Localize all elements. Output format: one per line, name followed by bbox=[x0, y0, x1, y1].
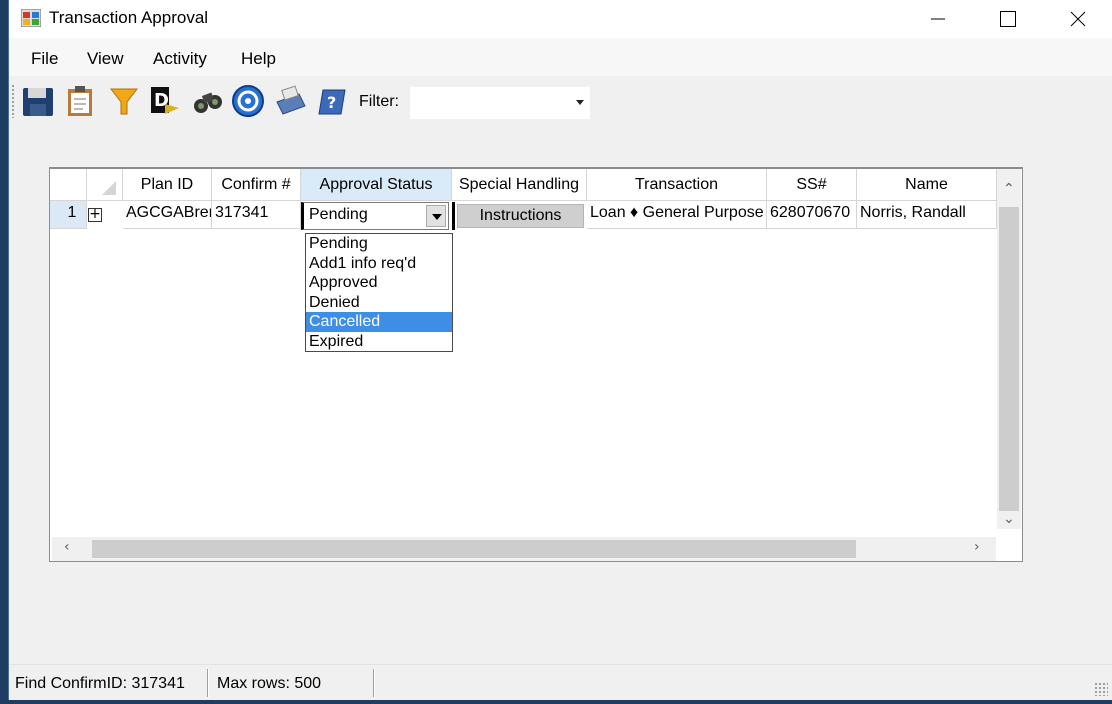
minimize-button[interactable] bbox=[903, 0, 973, 38]
approval-status-combobox[interactable]: Pending bbox=[301, 202, 449, 230]
menu-view[interactable]: View bbox=[87, 49, 124, 69]
column-header-plan-id[interactable]: Plan ID bbox=[123, 169, 212, 201]
special-handling-cell: Instructions bbox=[452, 202, 586, 230]
horizontal-scroll-thumb[interactable] bbox=[92, 540, 856, 558]
select-all-header[interactable] bbox=[87, 169, 123, 201]
dropdown-option-approved[interactable]: Approved bbox=[306, 273, 452, 293]
table-row[interactable]: + bbox=[50, 201, 123, 229]
help-book-icon[interactable]: ? bbox=[315, 84, 349, 118]
toolbar: D ? Filter: bbox=[9, 80, 1112, 126]
cell-confirm[interactable]: 317341 bbox=[212, 201, 301, 229]
instructions-button[interactable]: Instructions bbox=[457, 204, 584, 228]
dropdown-option-pending[interactable]: Pending bbox=[306, 234, 452, 254]
window-title: Transaction Approval bbox=[49, 8, 209, 27]
filter-combobox[interactable] bbox=[409, 86, 591, 120]
dropdown-option-add1-info[interactable]: Add1 info req'd bbox=[306, 254, 452, 274]
dropdown-option-cancelled[interactable]: Cancelled bbox=[306, 312, 452, 332]
column-header-special-handling[interactable]: Special Handling bbox=[452, 169, 587, 201]
filter-funnel-icon[interactable] bbox=[107, 84, 141, 118]
max-rows-status: Max rows: 500 bbox=[217, 675, 322, 692]
cell-plan-id[interactable]: AGCGABrer bbox=[123, 201, 212, 229]
document-arrow-icon[interactable]: D bbox=[147, 84, 181, 118]
horizontal-scrollbar[interactable]: ‹ › bbox=[52, 537, 996, 561]
column-header-name[interactable]: Name bbox=[857, 169, 997, 201]
scroll-right-icon[interactable]: › bbox=[974, 539, 980, 555]
resize-grip-icon[interactable] bbox=[1094, 682, 1108, 696]
transaction-approval-window: Transaction Approval File View Activity … bbox=[8, 0, 1112, 700]
save-icon[interactable] bbox=[21, 84, 55, 118]
status-separator bbox=[207, 669, 209, 697]
maximize-button[interactable] bbox=[973, 0, 1043, 38]
cell-transaction[interactable]: Loan ♦ General Purpose bbox=[587, 201, 767, 229]
refresh-globe-icon[interactable] bbox=[231, 84, 265, 118]
binoculars-icon[interactable] bbox=[191, 84, 225, 118]
dropdown-option-expired[interactable]: Expired bbox=[306, 332, 452, 352]
column-header-confirm[interactable]: Confirm # bbox=[212, 169, 301, 201]
expand-plus-icon[interactable]: + bbox=[88, 207, 102, 222]
close-button[interactable] bbox=[1043, 0, 1112, 38]
menu-activity[interactable]: Activity bbox=[153, 49, 207, 69]
column-header-approval-status[interactable]: Approval Status bbox=[301, 169, 452, 201]
filter-label: Filter: bbox=[359, 93, 399, 110]
cell-name[interactable]: Norris, Randall bbox=[857, 201, 997, 229]
app-window-icon bbox=[20, 8, 42, 28]
scroll-left-icon[interactable]: ‹ bbox=[64, 539, 70, 555]
scroll-up-icon[interactable]: ⌃ bbox=[1003, 181, 1015, 197]
approval-status-value: Pending bbox=[309, 206, 368, 223]
sort-triangle-icon bbox=[102, 181, 116, 195]
vertical-scroll-thumb[interactable] bbox=[999, 207, 1019, 511]
svg-text:?: ? bbox=[327, 93, 336, 112]
close-icon bbox=[1070, 11, 1086, 27]
toolbar-grip[interactable] bbox=[11, 84, 15, 118]
approval-status-dropdown-list[interactable]: Pending Add1 info req'd Approved Denied … bbox=[305, 233, 453, 352]
status-separator bbox=[373, 669, 375, 697]
menu-bar: File View Activity Help bbox=[9, 38, 1112, 76]
transactions-grid[interactable]: Plan ID Confirm # Approval Status Specia… bbox=[49, 167, 1023, 562]
row-number-header bbox=[50, 169, 87, 201]
menu-file[interactable]: File bbox=[31, 49, 58, 69]
taskbar-edge bbox=[0, 700, 1112, 704]
minimize-icon bbox=[931, 18, 945, 20]
print-icon[interactable] bbox=[273, 84, 307, 118]
menu-help[interactable]: Help bbox=[241, 49, 276, 69]
vertical-scrollbar[interactable]: ⌃ ⌄ bbox=[997, 169, 1021, 529]
dropdown-option-denied[interactable]: Denied bbox=[306, 293, 452, 313]
scroll-down-icon[interactable]: ⌄ bbox=[1003, 511, 1015, 527]
column-header-transaction[interactable]: Transaction bbox=[587, 169, 767, 201]
cell-ssn[interactable]: 628070670 bbox=[767, 201, 857, 229]
maximize-icon bbox=[1000, 11, 1016, 27]
column-header-ssn[interactable]: SS# bbox=[767, 169, 857, 201]
title-bar[interactable]: Transaction Approval bbox=[9, 0, 1112, 38]
clipboard-icon[interactable] bbox=[63, 84, 97, 118]
status-bar: Find ConfirmID: 317341 Max rows: 500 bbox=[9, 664, 1112, 700]
dropdown-arrow-icon[interactable] bbox=[426, 205, 446, 227]
chevron-down-icon[interactable] bbox=[576, 100, 584, 105]
find-confirm-status: Find ConfirmID: 317341 bbox=[15, 675, 185, 692]
